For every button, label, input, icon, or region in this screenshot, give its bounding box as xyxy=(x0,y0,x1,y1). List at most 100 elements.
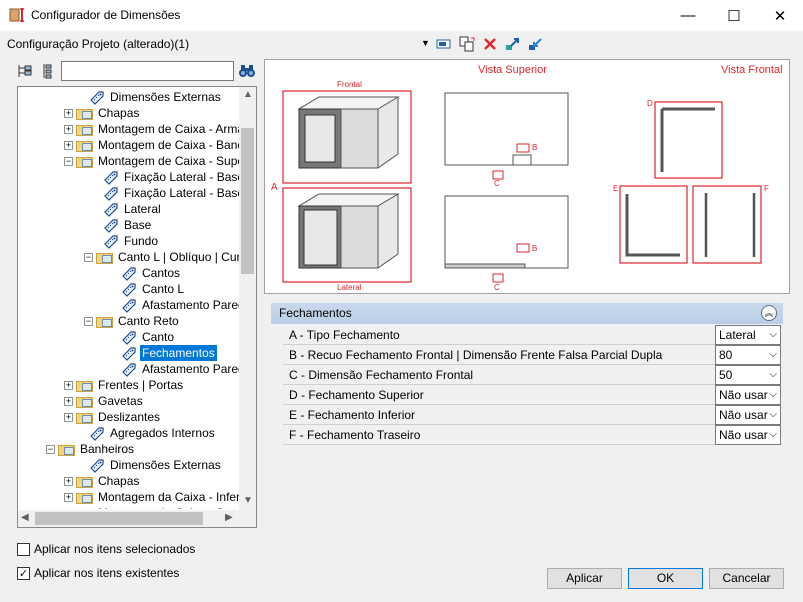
tree-item[interactable]: Fixação Lateral - Base Superior xyxy=(102,185,241,201)
configuration-tree[interactable]: Dimensões Externas + Chapas + Montagem de Ca… xyxy=(17,86,257,528)
folder-icon xyxy=(76,106,94,120)
tree-item[interactable]: Fundo xyxy=(102,233,160,249)
expand-icon[interactable]: + xyxy=(64,108,73,118)
window-title: Configurador de Dimensões xyxy=(31,8,181,22)
maximize-button[interactable]: ☐ xyxy=(711,0,757,31)
tree-item[interactable]: Agregados Internos xyxy=(88,425,217,441)
tree-item[interactable]: Fixação Lateral - Base Inferior xyxy=(102,169,241,185)
chevron-down-icon: ⌵ xyxy=(769,349,777,360)
rename-config-button[interactable] xyxy=(435,35,453,53)
ruler-tag-icon xyxy=(122,267,136,281)
tree-item[interactable]: − Banheiros xyxy=(46,441,136,457)
delete-config-button[interactable] xyxy=(481,35,499,53)
expand-icon[interactable]: + xyxy=(64,476,73,486)
apply-selected-checkbox[interactable] xyxy=(17,543,30,556)
tree-item-label: Montagem da Caixa - Superior xyxy=(96,505,241,509)
collapse-tree-icon[interactable] xyxy=(40,63,56,79)
tree-item-label: Montagem de Caixa - Armário xyxy=(98,122,241,136)
folder-icon xyxy=(76,138,94,152)
tree-vertical-scroll-thumb[interactable] xyxy=(241,128,254,274)
tree-item[interactable]: Afastamento Parede xyxy=(120,297,241,313)
minimize-button[interactable]: — xyxy=(665,0,711,31)
property-value-dropdown[interactable]: 50 ⌵ xyxy=(715,365,781,385)
folder-icon xyxy=(96,314,114,328)
close-icon: ✕ xyxy=(773,7,787,25)
tree-item[interactable]: + Gavetas xyxy=(64,393,145,409)
binoculars-search-icon[interactable] xyxy=(238,63,256,79)
tree-item[interactable]: − Montagem de Caixa - Superior xyxy=(64,153,241,169)
scroll-down-icon[interactable]: ▼ xyxy=(243,495,253,506)
label-b-top: B xyxy=(532,143,537,152)
expand-icon[interactable]: + xyxy=(64,412,73,422)
tree-item[interactable]: + Montagem da Caixa - Inferior xyxy=(64,489,241,505)
cabinet-front-side xyxy=(340,108,379,169)
tree-item-label: Montagem de Caixa - Bancada xyxy=(98,138,241,152)
tree-item[interactable]: Fechamentos xyxy=(120,345,217,361)
collapse-icon[interactable]: − xyxy=(46,444,55,454)
tree-item[interactable]: Cantos xyxy=(120,265,182,281)
tree-item[interactable]: + Montagem de Caixa - Armário xyxy=(64,121,241,137)
ruler-tag-icon xyxy=(122,283,136,297)
tree-item[interactable]: + Frentes | Portas xyxy=(64,377,185,393)
property-value-dropdown[interactable]: Não usar ⌵ xyxy=(715,385,781,405)
rename-icon xyxy=(436,39,451,49)
tree-item[interactable]: − Canto Reto xyxy=(84,313,181,329)
apply-existing-label: Aplicar nos itens existentes xyxy=(34,566,180,580)
expand-icon[interactable]: + xyxy=(64,124,73,134)
top-view-2 xyxy=(444,195,569,269)
tree-item[interactable]: − Canto L | Oblíquo | Curvo xyxy=(84,249,241,265)
tree-item[interactable]: + Montagem de Caixa - Bancada xyxy=(64,137,241,153)
collapse-icon[interactable]: − xyxy=(84,252,93,262)
fechamento-diagram: Vista Superior Vista Frontal Frontal Lat… xyxy=(271,64,783,292)
expand-icon[interactable]: + xyxy=(64,380,73,390)
property-value: Não usar xyxy=(719,408,768,422)
ok-button[interactable]: OK xyxy=(628,568,703,589)
tree-search-input[interactable] xyxy=(61,61,234,81)
copy-config-button[interactable] xyxy=(458,35,476,53)
tree-item[interactable]: + Chapas xyxy=(64,473,141,489)
apply-existing-checkbox[interactable]: ✓ xyxy=(17,567,30,580)
collapse-icon[interactable]: − xyxy=(84,316,93,326)
expand-icon[interactable]: + xyxy=(64,140,73,150)
collapse-chevron-icon[interactable]: ︽ xyxy=(761,305,777,321)
ruler-tag-icon xyxy=(122,363,136,377)
ruler-tag-icon xyxy=(104,203,118,217)
tree-item[interactable]: Base xyxy=(102,217,153,233)
expand-icon[interactable]: + xyxy=(64,508,73,509)
scroll-left-icon[interactable]: ◀ xyxy=(21,512,29,523)
property-value: 50 xyxy=(719,368,733,382)
tree-item[interactable]: Dimensões Externas xyxy=(88,89,223,105)
configuration-dropdown-icon[interactable]: ▼ xyxy=(421,38,433,50)
scroll-right-icon[interactable]: ▶ xyxy=(225,512,233,523)
ruler-tag-icon xyxy=(122,331,136,345)
tree-horizontal-scroll-thumb[interactable] xyxy=(35,512,203,525)
expand-tree-icon[interactable] xyxy=(17,63,33,79)
collapse-icon[interactable]: − xyxy=(64,156,73,166)
close-window-button[interactable]: ✕ xyxy=(757,0,803,31)
property-value-dropdown[interactable]: 80 ⌵ xyxy=(715,345,781,365)
property-value-dropdown[interactable]: Lateral ⌵ xyxy=(715,325,781,345)
tree-item[interactable]: Afastamento Parede xyxy=(120,361,241,377)
expand-icon[interactable]: + xyxy=(64,492,73,502)
tree-item-label: Dimensões Externas xyxy=(110,458,221,472)
property-name: D - Fechamento Superior xyxy=(289,388,424,402)
scroll-up-icon[interactable]: ▲ xyxy=(243,89,253,100)
export-config-button[interactable] xyxy=(504,35,522,53)
tree-item[interactable]: Lateral xyxy=(102,201,163,217)
front-view-f-frame xyxy=(692,185,762,264)
top-view-2-front xyxy=(444,263,526,269)
tree-item[interactable]: Canto L xyxy=(120,281,186,297)
tree-item-label: Canto Reto xyxy=(118,314,179,328)
tree-item[interactable]: Dimensões Externas xyxy=(88,457,223,473)
property-value-dropdown[interactable]: Não usar ⌵ xyxy=(715,405,781,425)
property-value-dropdown[interactable]: Não usar ⌵ xyxy=(715,425,781,445)
import-config-button[interactable] xyxy=(527,35,545,53)
tree-item[interactable]: + Chapas xyxy=(64,105,141,121)
expand-icon[interactable]: + xyxy=(64,396,73,406)
apply-button[interactable]: Aplicar xyxy=(547,568,622,589)
tree-item[interactable]: + Deslizantes xyxy=(64,409,162,425)
tree-item[interactable]: Canto xyxy=(120,329,176,345)
tree-item-label: Gavetas xyxy=(98,394,143,408)
tree-item[interactable]: + Montagem da Caixa - Superior xyxy=(64,505,241,509)
cancel-button[interactable]: Cancelar xyxy=(709,568,784,589)
